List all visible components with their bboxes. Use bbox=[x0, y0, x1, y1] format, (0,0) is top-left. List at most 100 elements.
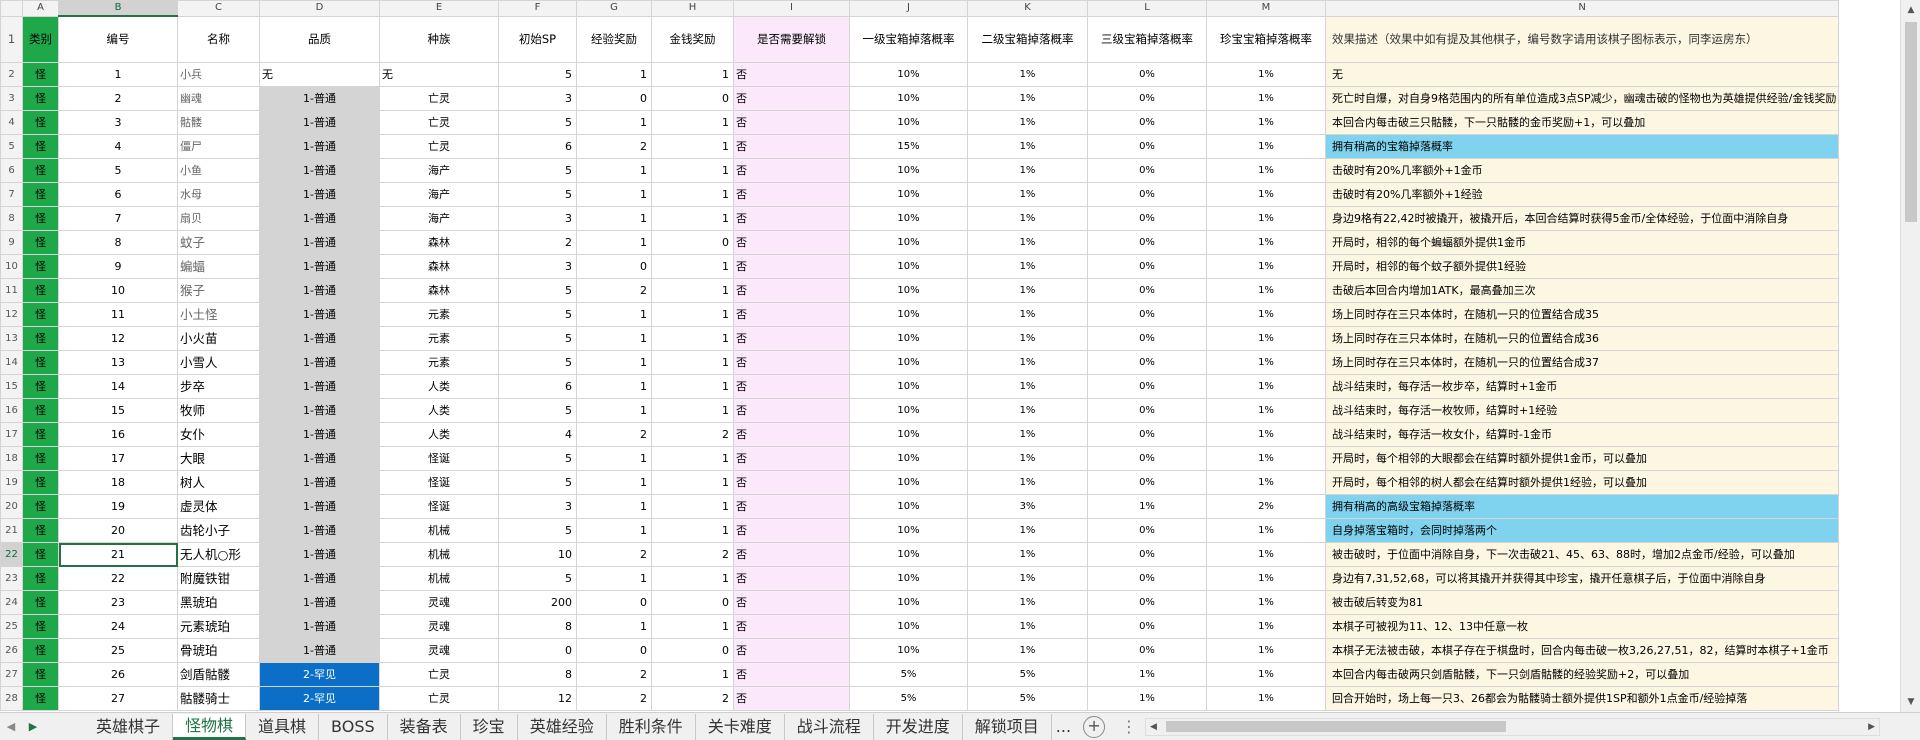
cell-m[interactable]: 1% bbox=[1206, 638, 1326, 663]
cell-h[interactable]: 1 bbox=[651, 518, 734, 543]
cell-f[interactable]: 2 bbox=[498, 230, 577, 255]
cell-i[interactable]: 否 bbox=[733, 590, 850, 615]
cell-i[interactable]: 否 bbox=[733, 110, 850, 135]
cell-g[interactable]: 1 bbox=[576, 350, 652, 375]
cell-l[interactable]: 0% bbox=[1087, 590, 1207, 615]
cell-k[interactable]: 5% bbox=[967, 662, 1088, 687]
cell-a[interactable]: 怪 bbox=[22, 566, 59, 591]
column-header-m[interactable]: M bbox=[1206, 0, 1326, 17]
cell-k[interactable]: 1% bbox=[967, 518, 1088, 543]
cell-a[interactable]: 怪 bbox=[22, 518, 59, 543]
cell-n[interactable]: 战斗结束时，每存活一枚牧师，结算时+1经验 bbox=[1324, 398, 1840, 423]
cell-n[interactable]: 本回合内每击破三只骷髅，下一只骷髅的金币奖励+1，可以叠加 bbox=[1324, 110, 1840, 135]
row-header[interactable]: 3 bbox=[0, 86, 23, 111]
cell-n[interactable]: 自身掉落宝箱时，会同时掉落两个 bbox=[1324, 518, 1840, 543]
cell-k[interactable]: 1% bbox=[967, 158, 1088, 183]
cell-g[interactable]: 1 bbox=[576, 326, 652, 351]
cell-i[interactable]: 否 bbox=[733, 206, 850, 231]
cell-a[interactable]: 怪 bbox=[22, 542, 59, 567]
cell-e[interactable]: 无 bbox=[379, 62, 499, 87]
cell-b[interactable]: 25 bbox=[58, 638, 178, 663]
column-title-cell[interactable]: 名称 bbox=[177, 15, 260, 63]
row-header[interactable]: 19 bbox=[0, 470, 23, 495]
cell-k[interactable]: 1% bbox=[967, 182, 1088, 207]
cell-h[interactable]: 0 bbox=[651, 590, 734, 615]
row-header[interactable]: 15 bbox=[0, 374, 23, 399]
cell-h[interactable]: 2 bbox=[651, 542, 734, 567]
cell-e[interactable]: 亡灵 bbox=[379, 134, 499, 159]
cell-m[interactable]: 1% bbox=[1206, 350, 1326, 375]
row-header[interactable]: 20 bbox=[0, 494, 23, 519]
cell-n[interactable]: 击破时有20%几率额外+1金币 bbox=[1324, 158, 1840, 183]
row-header[interactable]: 11 bbox=[0, 278, 23, 303]
cell-a[interactable]: 怪 bbox=[22, 686, 59, 711]
cell-c[interactable]: 猴子 bbox=[177, 278, 260, 303]
cell-l[interactable]: 0% bbox=[1087, 638, 1207, 663]
cell-m[interactable]: 1% bbox=[1206, 134, 1326, 159]
cell-l[interactable]: 0% bbox=[1087, 206, 1207, 231]
cell-a[interactable]: 怪 bbox=[22, 302, 59, 327]
cell-b[interactable]: 14 bbox=[58, 374, 178, 399]
cell-a[interactable]: 怪 bbox=[22, 278, 59, 303]
row-header[interactable]: 10 bbox=[0, 254, 23, 279]
cell-n[interactable]: 拥有稍高的宝箱掉落概率 bbox=[1324, 134, 1840, 159]
cell-d[interactable]: 1-普通 bbox=[259, 254, 380, 279]
cell-d[interactable]: 1-普通 bbox=[259, 86, 380, 111]
cell-i[interactable]: 否 bbox=[733, 518, 850, 543]
cell-j[interactable]: 5% bbox=[849, 686, 968, 711]
cell-g[interactable]: 1 bbox=[576, 398, 652, 423]
cell-f[interactable]: 8 bbox=[498, 614, 577, 639]
cell-j[interactable]: 10% bbox=[849, 398, 968, 423]
cell-j[interactable]: 10% bbox=[849, 638, 968, 663]
cell-m[interactable]: 2% bbox=[1206, 494, 1326, 519]
cell-g[interactable]: 1 bbox=[576, 62, 652, 87]
cell-c[interactable]: 女仆 bbox=[177, 422, 260, 447]
cell-b[interactable]: 1 bbox=[58, 62, 178, 87]
cell-j[interactable]: 10% bbox=[849, 422, 968, 447]
row-header[interactable]: 7 bbox=[0, 182, 23, 207]
cell-l[interactable]: 1% bbox=[1087, 686, 1207, 711]
cell-k[interactable]: 1% bbox=[967, 446, 1088, 471]
cell-n[interactable]: 本棋子可被视为11、12、13中任意一枚 bbox=[1324, 614, 1840, 639]
cell-k[interactable]: 3% bbox=[967, 494, 1088, 519]
cell-m[interactable]: 1% bbox=[1206, 470, 1326, 495]
cell-e[interactable]: 灵魂 bbox=[379, 590, 499, 615]
column-header-a[interactable]: A bbox=[22, 0, 59, 17]
cell-d[interactable]: 1-普通 bbox=[259, 614, 380, 639]
cell-b[interactable]: 9 bbox=[58, 254, 178, 279]
cell-h[interactable]: 0 bbox=[651, 638, 734, 663]
cell-c[interactable]: 小兵 bbox=[177, 62, 260, 87]
cell-d[interactable]: 无 bbox=[259, 62, 380, 87]
cell-n[interactable]: 本回合内每击破两只剑盾骷髅，下一只剑盾骷髅的经验奖励+2，可以叠加 bbox=[1324, 662, 1840, 687]
cell-h[interactable]: 1 bbox=[651, 446, 734, 471]
cell-g[interactable]: 1 bbox=[576, 494, 652, 519]
cell-l[interactable]: 0% bbox=[1087, 446, 1207, 471]
cell-e[interactable]: 怪诞 bbox=[379, 446, 499, 471]
triangle-right-icon[interactable]: ▶ bbox=[22, 720, 44, 733]
cell-l[interactable]: 0% bbox=[1087, 182, 1207, 207]
cell-b[interactable]: 20 bbox=[58, 518, 178, 543]
column-header-b[interactable]: B bbox=[58, 0, 178, 17]
cell-e[interactable]: 怪诞 bbox=[379, 470, 499, 495]
cell-k[interactable]: 1% bbox=[967, 134, 1088, 159]
cell-k[interactable]: 1% bbox=[967, 590, 1088, 615]
cell-d[interactable]: 1-普通 bbox=[259, 134, 380, 159]
cell-m[interactable]: 1% bbox=[1206, 182, 1326, 207]
cell-i[interactable]: 否 bbox=[733, 542, 850, 567]
column-title-cell[interactable]: 一级宝箱掉落概率 bbox=[849, 15, 968, 63]
cell-f[interactable]: 12 bbox=[498, 686, 577, 711]
cell-d[interactable]: 1-普通 bbox=[259, 590, 380, 615]
row-header[interactable]: 12 bbox=[0, 302, 23, 327]
cell-f[interactable]: 5 bbox=[498, 350, 577, 375]
cell-c[interactable]: 骨琥珀 bbox=[177, 638, 260, 663]
row-header[interactable]: 23 bbox=[0, 566, 23, 591]
cell-l[interactable]: 0% bbox=[1087, 134, 1207, 159]
cell-h[interactable]: 1 bbox=[651, 326, 734, 351]
scroll-up-arrow-icon[interactable]: ▲ bbox=[1901, 2, 1920, 18]
cell-b[interactable]: 3 bbox=[58, 110, 178, 135]
cell-i[interactable]: 否 bbox=[733, 230, 850, 255]
cell-f[interactable]: 5 bbox=[498, 398, 577, 423]
row-header[interactable]: 17 bbox=[0, 422, 23, 447]
cell-l[interactable]: 0% bbox=[1087, 62, 1207, 87]
scroll-right-arrow-icon[interactable]: ▶ bbox=[1868, 719, 1875, 735]
